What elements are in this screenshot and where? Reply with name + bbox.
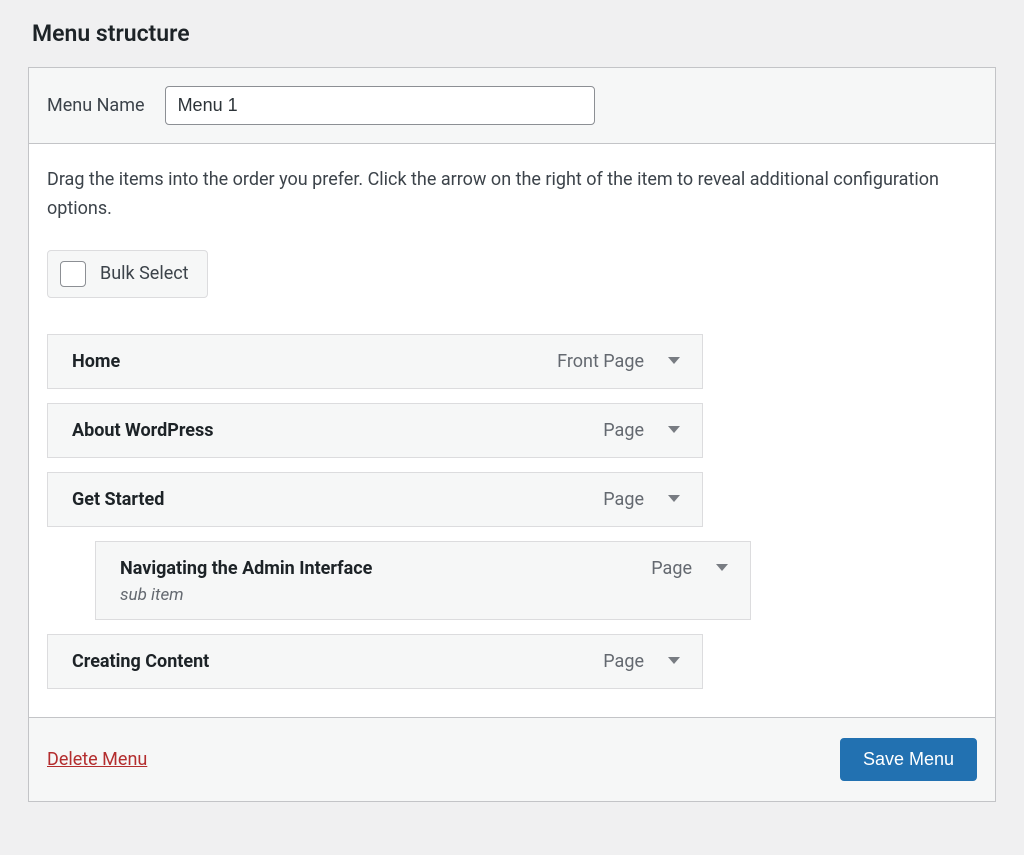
menu-item-title: Get Started — [72, 489, 164, 510]
menu-item[interactable]: Creating Content Page — [47, 634, 703, 689]
menu-item-type: Page — [603, 489, 644, 510]
menu-item-title: About WordPress — [72, 420, 213, 441]
panel-body: Drag the items into the order you prefer… — [29, 144, 995, 717]
menu-item[interactable]: Get Started Page — [47, 472, 703, 527]
menu-item[interactable]: About WordPress Page — [47, 403, 703, 458]
menu-item-title: Home — [72, 351, 120, 372]
menu-name-input[interactable] — [165, 86, 595, 125]
instructions-text: Drag the items into the order you prefer… — [47, 166, 977, 224]
chevron-down-icon[interactable] — [664, 489, 684, 509]
bulk-select-toggle[interactable]: Bulk Select — [47, 250, 208, 298]
chevron-down-icon[interactable] — [664, 351, 684, 371]
menu-name-label: Menu Name — [47, 95, 145, 116]
page-title: Menu structure — [0, 0, 1024, 67]
menu-item-type: Front Page — [557, 351, 644, 372]
menu-item[interactable]: Navigating the Admin Interface Page sub … — [95, 541, 751, 620]
chevron-down-icon[interactable] — [712, 558, 732, 578]
chevron-down-icon[interactable] — [664, 651, 684, 671]
delete-menu-link[interactable]: Delete Menu — [47, 749, 147, 770]
save-menu-button[interactable]: Save Menu — [840, 738, 977, 781]
chevron-down-icon[interactable] — [664, 420, 684, 440]
menu-item-title: Creating Content — [72, 651, 209, 672]
panel-header: Menu Name — [29, 68, 995, 144]
panel-footer: Delete Menu Save Menu — [29, 717, 995, 801]
menu-items-list: Home Front Page About WordPress Page — [47, 334, 977, 689]
bulk-select-checkbox[interactable] — [60, 261, 86, 287]
menu-structure-panel: Menu Name Drag the items into the order … — [28, 67, 996, 802]
menu-item-title: Navigating the Admin Interface — [120, 558, 372, 579]
menu-item-type: Page — [603, 651, 644, 672]
menu-item-type: Page — [603, 420, 644, 441]
bulk-select-label: Bulk Select — [100, 263, 189, 284]
menu-item[interactable]: Home Front Page — [47, 334, 703, 389]
menu-item-type: Page — [651, 558, 692, 579]
sub-item-label: sub item — [120, 579, 732, 605]
